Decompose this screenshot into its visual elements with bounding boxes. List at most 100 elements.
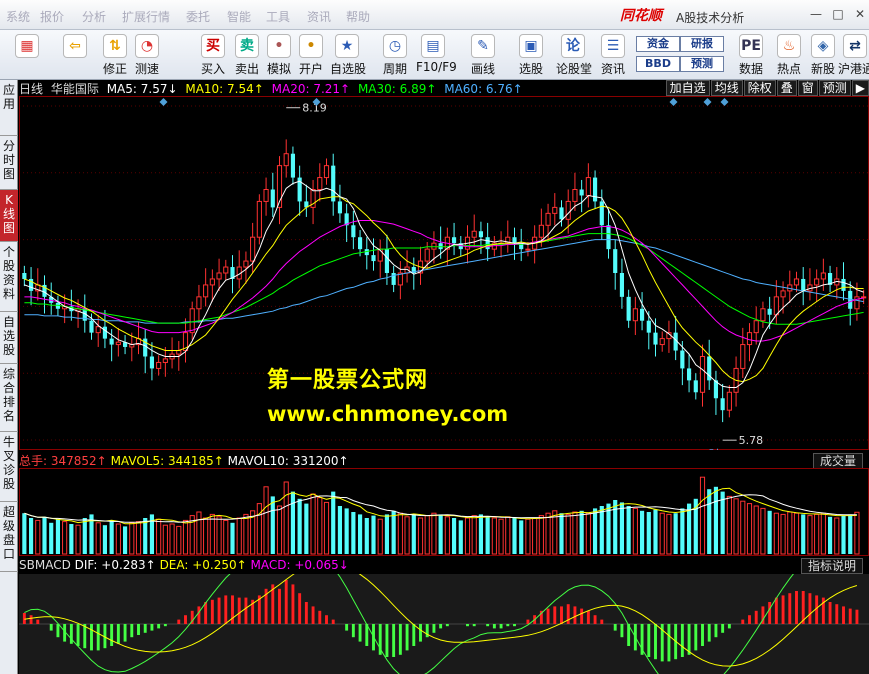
indicator-help-button[interactable]: 指标说明 (800, 558, 863, 574)
candle-down (149, 356, 155, 369)
volume-bar-up (565, 513, 571, 555)
menu-item-7[interactable]: 资讯 (307, 8, 331, 25)
left-tab-5[interactable]: 综合排名 (0, 364, 18, 432)
candle-down (438, 243, 443, 250)
toolbar-box-3[interactable]: 预测 (680, 56, 724, 72)
volume-bar-down (680, 508, 685, 554)
left-tab-0[interactable]: 应用 (0, 80, 18, 136)
toolbar-doc-button[interactable]: ☰ 资讯 (596, 32, 630, 78)
toolbar-box-1[interactable]: BBD (636, 56, 680, 72)
minimize-icon[interactable]: — (808, 6, 824, 22)
volume-bar-up (283, 481, 289, 555)
kline-button-6[interactable]: ▶ (851, 80, 869, 96)
toolbar-speed-button[interactable]: ◔ 测速 (130, 32, 164, 78)
toolbar-clock-button[interactable]: ◷ 周期 (378, 32, 412, 78)
toolbar-grid-button[interactable]: ▦ (10, 32, 44, 78)
volume-bar-up (666, 513, 672, 555)
toolbar-label: 数据 (738, 62, 763, 76)
toolbar-pe-button[interactable]: PE 数据 (734, 32, 768, 78)
menu-item-8[interactable]: 帮助 (346, 8, 370, 25)
volume-bar-up (726, 495, 732, 555)
macd-chart[interactable] (19, 574, 869, 674)
volume-bar-up (834, 517, 840, 555)
kline-button-4[interactable]: 窗 (797, 80, 818, 96)
candle-up (263, 189, 269, 202)
volume-total: 总手: 347852↑ (19, 454, 107, 468)
kline-button-1[interactable]: 均线 (710, 80, 743, 96)
kline-button-0[interactable]: 加自选 (665, 80, 710, 96)
toolbar-label: 画线 (470, 62, 495, 76)
kline-button-5[interactable]: 预测 (818, 80, 851, 96)
lun-icon: 论 (561, 34, 585, 58)
toolbar-pen-button[interactable]: ✎ 画线 (466, 32, 500, 78)
volume-bar-up (35, 519, 41, 555)
toolbar-ipo-button[interactable]: ◈ 新股 (806, 32, 840, 78)
volume-bar-up (807, 515, 813, 555)
toolbar-label: 开户 (298, 62, 323, 76)
menu-item-6[interactable]: 工具 (266, 8, 290, 25)
toolbar-label: 模拟 (266, 62, 291, 76)
toolbar-select-button[interactable]: ▣ 选股 (514, 32, 548, 78)
kline-button-3[interactable]: 叠 (776, 80, 797, 96)
volume-bar-down (720, 491, 725, 554)
kline-chart[interactable]: 8.195.78财 (19, 96, 869, 450)
toolbar-hk-button[interactable]: ⇄ 沪港通 (838, 32, 869, 78)
left-tab-4[interactable]: 自选股 (0, 312, 18, 364)
volume-bar-up (377, 518, 383, 555)
toolbar-hammer-button[interactable]: • 模拟 (262, 32, 296, 78)
volume-bar-up (814, 513, 820, 555)
menu-item-2[interactable]: 分析 (82, 8, 106, 25)
candle-down (599, 201, 604, 226)
candle-down (357, 237, 363, 250)
toolbar-buy-button[interactable]: 买买入 (196, 32, 230, 78)
candle-down (89, 320, 94, 333)
volume-bar-up (538, 515, 544, 555)
candle-up (545, 212, 551, 226)
volume-bar-up (156, 518, 162, 555)
left-tab-6[interactable]: 牛叉诊股 (0, 432, 18, 502)
volume-bar-down (478, 514, 484, 554)
toolbar-hot-button[interactable]: ♨ 热点 (772, 32, 806, 78)
left-tab-7[interactable]: 超级盘口 (0, 502, 18, 572)
menu-item-0[interactable]: 系统 (6, 8, 30, 25)
menu-item-5[interactable]: 智能 (227, 8, 251, 25)
toolbar-lun-button[interactable]: 论论股堂 (556, 32, 592, 78)
toolbar-back-arrow-button[interactable]: ⇦ (58, 32, 92, 78)
close-icon[interactable]: ✕ (852, 6, 868, 22)
volume-chart[interactable] (19, 468, 869, 556)
toolbar-star-button[interactable]: ★ 自选股 (330, 32, 366, 78)
toolbar-box-2[interactable]: 研报 (680, 36, 724, 52)
toolbar-lock-button[interactable]: • 开户 (294, 32, 328, 78)
volume-bar-up (585, 512, 591, 555)
menu-item-4[interactable]: 委托 (186, 8, 210, 25)
menu-item-3[interactable]: 扩展行情 (122, 8, 170, 25)
period-label[interactable]: 日线 (19, 82, 43, 96)
maximize-icon[interactable]: □ (830, 6, 846, 22)
candle-up (659, 338, 665, 346)
menu-item-1[interactable]: 报价 (40, 8, 64, 25)
candle-up (209, 278, 215, 286)
toolbar-sell-button[interactable]: 卖卖出 (230, 32, 264, 78)
chart-area: 日线 华能国际 MA5: 7.57↓ MA10: 7.54↑ MA20: 7.2… (19, 80, 869, 674)
ma20-value: MA20: 7.21↑ (271, 82, 351, 96)
volume-bar-down (673, 513, 678, 554)
candle-down (102, 326, 108, 339)
volume-bar-up (216, 516, 222, 555)
macd-dea: DEA: +0.250↑ (159, 558, 247, 572)
pe-icon: PE (739, 34, 763, 58)
left-tab-3[interactable]: 个股资料 (0, 242, 18, 312)
volume-indicator-button[interactable]: 成交量 (812, 453, 863, 469)
toolbar-box-0[interactable]: 资金 (636, 36, 680, 52)
toolbar-arrow-updown-button[interactable]: ⇅ 修正 (98, 32, 132, 78)
toolbar-label: 沪港通 (838, 62, 869, 76)
volume-bar-up (129, 522, 135, 555)
volume-bar-up (444, 516, 450, 555)
candle-up (115, 341, 121, 346)
left-tab-1[interactable]: 分时图 (0, 136, 18, 190)
toolbar-f10-button[interactable]: ▤ F10/F9 (416, 32, 457, 78)
left-tab-2[interactable]: K线图 (0, 190, 18, 242)
volume-bar-down (841, 515, 846, 554)
kline-button-2[interactable]: 除权 (743, 80, 776, 96)
candle-down (639, 308, 645, 321)
candle-down (331, 165, 336, 202)
